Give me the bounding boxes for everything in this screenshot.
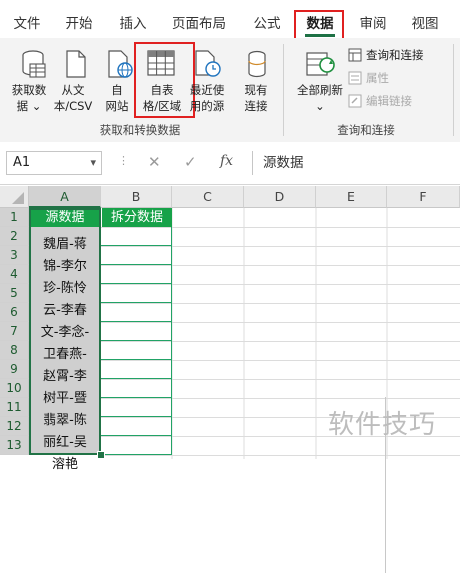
- row-header-8[interactable]: 8: [0, 341, 29, 360]
- row-header-2[interactable]: 2: [0, 227, 29, 246]
- a2-line: 卫春燕-: [43, 347, 87, 362]
- corner-triangle-icon: [12, 192, 24, 204]
- column-header-d[interactable]: D: [244, 186, 316, 208]
- ribbon-tabs: 文件 开始 插入 页面布局 公式 数据 审阅 视图: [0, 0, 460, 44]
- cell-a1[interactable]: 源数据: [29, 208, 101, 227]
- tab-file[interactable]: 文件: [12, 14, 42, 34]
- formula-bar: A1 ▾ ⋮ ✕ ✓ fx 源数据: [0, 142, 460, 185]
- web-icon: [108, 50, 133, 78]
- row-header-9[interactable]: 9: [0, 360, 29, 379]
- tab-home[interactable]: 开始: [64, 14, 94, 34]
- formula-input[interactable]: 源数据: [252, 151, 460, 175]
- group-label-get-transform: 获取和转换数据: [99, 123, 181, 137]
- cancel-icon[interactable]: ✕: [148, 153, 161, 171]
- column-header-e[interactable]: E: [316, 186, 387, 208]
- database-icon: [22, 50, 46, 78]
- recent-sources-label-2: 用的源: [189, 99, 225, 113]
- row-header-13[interactable]: 13: [0, 436, 29, 455]
- recent-sources-icon: [195, 50, 221, 77]
- existing-conn-label-1: 现有: [244, 83, 268, 97]
- more-dots-icon: ⋮: [118, 154, 129, 167]
- edit-links-icon: [348, 94, 362, 108]
- group-separator-right: [453, 44, 454, 136]
- edit-links-button[interactable]: 编辑链接: [366, 93, 412, 109]
- recent-sources-button[interactable]: 最近使 用的源: [183, 82, 231, 114]
- a2-line: 锦-李尔: [43, 259, 87, 274]
- a2-line: 珍-陈怜: [43, 281, 87, 296]
- name-box-value: A1: [13, 155, 31, 170]
- a2-line: 丽红-吴: [43, 435, 87, 450]
- recent-sources-label-1: 最近使: [189, 83, 225, 97]
- existing-conn-label-2: 连接: [244, 99, 268, 113]
- a2-line: 云-李春: [43, 303, 87, 318]
- row-header-4[interactable]: 4: [0, 265, 29, 284]
- existing-connections-icon: [248, 50, 266, 78]
- column-header-a[interactable]: A: [29, 186, 101, 208]
- row-header-3[interactable]: 3: [0, 246, 29, 265]
- from-text-csv-button[interactable]: 从文 本/CSV: [50, 82, 96, 114]
- a2-line: 溶艳: [51, 457, 78, 472]
- text-file-icon: [66, 50, 86, 78]
- from-text-label-1: 从文: [61, 83, 85, 97]
- ribbon: 获取数 据 ⌄ 从文 本/CSV 自 网站 自表 格/区域 最近使 用的源 现有…: [0, 38, 460, 143]
- tab-insert[interactable]: 插入: [118, 14, 148, 34]
- row-header-7[interactable]: 7: [0, 322, 29, 341]
- column-b-borders: [101, 227, 172, 455]
- a2-line: 魏眉-蒋: [43, 237, 87, 252]
- refresh-all-label-2: ⌄: [315, 99, 325, 113]
- column-header-f[interactable]: F: [387, 186, 460, 208]
- group-label-queries: 查询和连接: [337, 123, 395, 137]
- from-web-label-1: 自: [111, 83, 123, 97]
- cell-a2-text: 魏眉-蒋 锦-李尔 珍-陈怜 云-李春 文-李念- 卫春燕- 赵霄-李 树平-暨…: [29, 234, 101, 476]
- tab-page-layout[interactable]: 页面布局: [170, 14, 228, 34]
- a2-line: 树平-暨: [43, 391, 87, 406]
- refresh-all-button[interactable]: 全部刷新 ⌄: [292, 82, 348, 114]
- get-data-button[interactable]: 获取数 据 ⌄: [6, 82, 52, 114]
- select-all-corner[interactable]: [0, 186, 29, 208]
- watermark: 软件技巧: [328, 410, 437, 440]
- column-header-c[interactable]: C: [172, 186, 244, 208]
- enter-icon[interactable]: ✓: [184, 153, 197, 171]
- cell-b1[interactable]: 拆分数据: [101, 208, 172, 227]
- a2-line: 文-李念-: [40, 325, 90, 340]
- existing-connections-button[interactable]: 现有 连接: [236, 82, 276, 114]
- a2-line: 赵霄-李: [43, 369, 87, 384]
- row-header-12[interactable]: 12: [0, 417, 29, 436]
- get-data-label-1: 获取数: [11, 83, 47, 97]
- a2-line: 翡翠-陈: [43, 413, 87, 428]
- name-box-dropdown-icon[interactable]: ▾: [90, 152, 96, 174]
- fill-handle[interactable]: [97, 451, 105, 459]
- refresh-all-icon: [306, 52, 335, 76]
- tab-view[interactable]: 视图: [410, 14, 440, 34]
- row-header-5[interactable]: 5: [0, 284, 29, 303]
- from-web-button[interactable]: 自 网站: [98, 82, 136, 114]
- queries-connections-icon: [348, 48, 362, 62]
- tab-review[interactable]: 审阅: [358, 14, 388, 34]
- row-header-10[interactable]: 10: [0, 379, 29, 398]
- row-header-1[interactable]: 1: [0, 208, 29, 227]
- column-header-b[interactable]: B: [101, 186, 172, 208]
- tab-formulas[interactable]: 公式: [252, 14, 282, 34]
- row-header-6[interactable]: 6: [0, 303, 29, 322]
- properties-icon: [348, 71, 362, 85]
- get-data-label-2: 据 ⌄: [16, 99, 42, 113]
- queries-connections-button[interactable]: 查询和连接: [366, 47, 424, 63]
- insert-function-icon[interactable]: fx: [220, 153, 233, 169]
- properties-button[interactable]: 属性: [366, 70, 389, 86]
- from-text-label-2: 本/CSV: [53, 99, 93, 113]
- row-header-11[interactable]: 11: [0, 398, 29, 417]
- from-web-label-2: 网站: [105, 99, 129, 113]
- group-separator: [283, 44, 284, 136]
- refresh-all-label-1: 全部刷新: [297, 83, 343, 97]
- name-box[interactable]: A1 ▾: [6, 151, 102, 175]
